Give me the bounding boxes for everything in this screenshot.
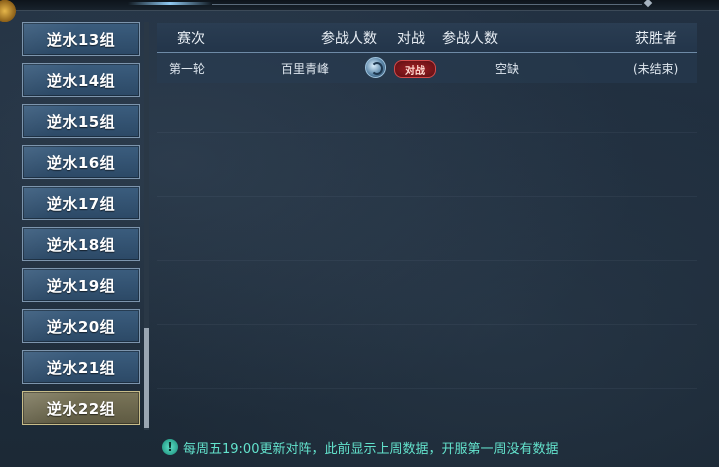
notice-text: 每周五19:00更新对阵，此前显示上周数据，开服第一周没有数据 xyxy=(183,441,559,457)
background-row xyxy=(157,96,697,133)
group-button-17[interactable]: 逆水17组 xyxy=(22,186,140,220)
group-button-13[interactable]: 逆水13组 xyxy=(22,22,140,56)
scrollbar-thumb[interactable] xyxy=(144,328,149,428)
active-tab-highlight xyxy=(128,2,212,5)
info-diamond-icon: ! xyxy=(162,439,178,455)
column-header-round: 赛次 xyxy=(177,31,205,47)
group-button-20[interactable]: 逆水20组 xyxy=(22,309,140,343)
top-tab-bar xyxy=(0,0,719,11)
corner-ornament-icon xyxy=(0,0,16,22)
group-button-16[interactable]: 逆水16组 xyxy=(22,145,140,179)
cell-team-a: 百里青峰 xyxy=(281,62,330,76)
update-notice: ! 每周五19:00更新对阵，此前显示上周数据，开服第一周没有数据 xyxy=(162,437,558,457)
cell-team-b: 空缺 xyxy=(495,62,520,76)
cell-round: 第一轮 xyxy=(169,62,206,76)
column-header-versus: 对战 xyxy=(397,31,425,47)
column-header-participants-b: 参战人数 xyxy=(442,31,498,47)
background-row xyxy=(157,224,697,261)
cell-winner: (未结束) xyxy=(633,62,679,76)
group-list: 逆水13组 逆水14组 逆水15组 逆水16组 逆水17组 逆水18组 逆水19… xyxy=(19,22,145,432)
group-button-15[interactable]: 逆水15组 xyxy=(22,104,140,138)
column-header-winner: 获胜者 xyxy=(635,31,677,47)
group-button-19[interactable]: 逆水19组 xyxy=(22,268,140,302)
divider-end-icon xyxy=(643,0,653,8)
versus-emblem-icon xyxy=(365,57,386,78)
background-row xyxy=(157,352,697,389)
group-button-21[interactable]: 逆水21组 xyxy=(22,350,140,384)
top-divider-line xyxy=(212,4,642,5)
background-row xyxy=(157,160,697,197)
table-header: 赛次 参战人数 对战 参战人数 获胜者 xyxy=(157,23,697,53)
background-row xyxy=(157,288,697,325)
table-row[interactable]: 第一轮 百里青峰 对战 空缺 (未结束) xyxy=(157,53,697,83)
versus-badge[interactable]: 对战 xyxy=(394,60,436,78)
group-button-14[interactable]: 逆水14组 xyxy=(22,63,140,97)
column-header-participants-a: 参战人数 xyxy=(321,31,377,47)
group-button-22[interactable]: 逆水22组 xyxy=(22,391,140,425)
group-button-18[interactable]: 逆水18组 xyxy=(22,227,140,261)
